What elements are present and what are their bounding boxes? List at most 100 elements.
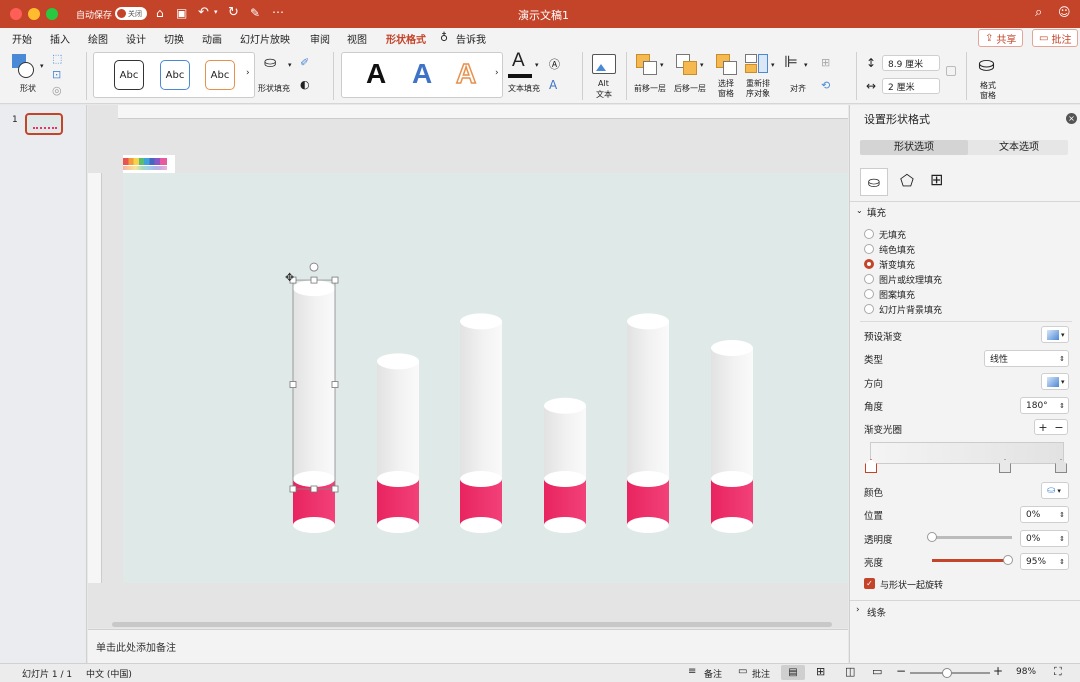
text-effects-icon[interactable]: A <box>549 78 557 92</box>
lock-aspect-icon[interactable] <box>946 66 956 76</box>
notes-area[interactable]: 单击此处添加备注 <box>88 629 848 663</box>
minimize-window-button[interactable] <box>28 8 40 20</box>
transparency-track[interactable] <box>932 536 1012 539</box>
radio-pattern-fill[interactable] <box>864 289 874 299</box>
alt-text-icon[interactable] <box>592 54 616 74</box>
edit-shape-icon[interactable]: ⬚ <box>52 52 62 65</box>
text-fill-dropdown-icon[interactable]: ▾ <box>535 61 539 69</box>
text-outline-icon[interactable]: Ⓐ <box>549 56 560 72</box>
line-section-title[interactable]: 线条 <box>867 605 886 619</box>
slide-thumbnail[interactable] <box>25 113 63 135</box>
normal-view-icon[interactable]: ▤ <box>781 665 805 680</box>
rotate-with-shape-checkbox[interactable]: ✓ <box>864 578 875 589</box>
cylinder-1[interactable] <box>293 280 335 533</box>
shape-dropdown-icon[interactable]: ▾ <box>40 62 44 70</box>
shape-fill-icon[interactable]: ⛀ <box>264 53 277 71</box>
brightness-stepper-icon[interactable]: ⇕ <box>1059 558 1065 566</box>
wordart-style-1[interactable]: A <box>366 58 386 90</box>
insert-shape-button[interactable] <box>12 54 38 80</box>
radio-background-fill[interactable] <box>864 304 874 314</box>
rotate-icon[interactable]: ⟲ <box>821 79 830 92</box>
notes-toggle[interactable]: 备注 <box>704 667 722 680</box>
share-button[interactable]: ⇪ 共享 <box>978 29 1024 47</box>
slide-sorter-icon[interactable]: ⊞ <box>816 665 825 678</box>
tab-slideshow[interactable]: 幻灯片放映 <box>240 31 290 46</box>
undo-icon[interactable]: ↶ <box>198 5 209 20</box>
shape-style-3[interactable]: Abc <box>205 60 235 90</box>
brightness-slider-thumb[interactable] <box>1003 555 1013 565</box>
save-icon[interactable]: ▣ <box>176 6 187 20</box>
add-stop-icon[interactable]: + <box>1038 421 1047 434</box>
shape-effects-icon[interactable]: ◐ <box>300 78 310 91</box>
transparency-stepper-icon[interactable]: ⇕ <box>1059 535 1065 543</box>
tab-text-options[interactable]: 文本选项 <box>970 140 1068 155</box>
angle-stepper-icon[interactable]: ⇕ <box>1059 402 1065 410</box>
align-icon[interactable]: ⊫ <box>784 52 798 71</box>
transparency-slider-thumb[interactable] <box>927 532 937 542</box>
tab-draw[interactable]: 绘图 <box>88 31 108 46</box>
tab-view[interactable]: 视图 <box>347 31 367 46</box>
language-indicator[interactable]: 中文 (中国) <box>86 667 132 680</box>
send-backward-dropdown-icon[interactable]: ▾ <box>700 61 704 69</box>
customize-icon[interactable]: ✎ <box>250 6 260 20</box>
search-icon[interactable]: ⌕ <box>1035 5 1042 20</box>
remove-stop-icon[interactable]: − <box>1054 421 1063 434</box>
zoom-level[interactable]: 98% <box>1016 667 1036 677</box>
tab-shape-options[interactable]: 形状选项 <box>860 140 968 155</box>
zoom-out-icon[interactable]: − <box>896 664 906 678</box>
fill-line-icon[interactable]: ⛀ <box>860 168 888 196</box>
reorder-objects-button[interactable] <box>745 54 769 74</box>
color-picker[interactable]: ⛀ ▾ <box>1041 482 1069 499</box>
home-icon[interactable]: ⌂ <box>156 6 164 20</box>
angle-input[interactable]: 180° ⇕ <box>1020 397 1069 414</box>
maximize-window-button[interactable] <box>46 8 58 20</box>
slide-canvas[interactable]: ✥ <box>123 173 848 583</box>
effects-icon[interactable]: ⬠ <box>900 171 914 190</box>
text-box-icon[interactable]: ⊡ <box>52 68 61 81</box>
comments-status-icon[interactable]: ▭ <box>738 666 747 677</box>
text-fill-icon[interactable]: A <box>512 50 525 72</box>
radio-solid-fill[interactable] <box>864 244 874 254</box>
tab-tell-me[interactable]: 告诉我 <box>456 31 486 46</box>
send-backward-button[interactable] <box>676 54 698 75</box>
format-pane-icon[interactable]: ⛀ <box>978 52 995 76</box>
gradient-bar[interactable] <box>870 442 1064 464</box>
fit-to-window-icon[interactable]: ⛶ <box>1054 665 1062 679</box>
comments-toggle[interactable]: 批注 <box>752 667 770 680</box>
tab-transitions[interactable]: 切换 <box>164 31 184 46</box>
more-icon[interactable]: ⋯ <box>272 5 284 19</box>
shape-outline-icon[interactable]: ✐ <box>300 56 309 69</box>
notes-icon[interactable]: ≡ <box>688 666 696 677</box>
merge-shapes-icon[interactable]: ◎ <box>52 84 62 97</box>
shape-style-1[interactable]: Abc <box>114 60 144 90</box>
width-input[interactable]: 2 厘米 <box>882 78 940 94</box>
tab-review[interactable]: 审阅 <box>310 31 330 46</box>
height-input[interactable]: 8.9 厘米 <box>882 55 940 71</box>
color-palette-swatch[interactable] <box>123 155 175 173</box>
bring-forward-button[interactable] <box>636 54 658 75</box>
position-stepper-icon[interactable]: ⇕ <box>1059 511 1065 519</box>
horizontal-scrollbar[interactable] <box>112 622 832 627</box>
fill-section-title[interactable]: 填充 <box>867 205 886 219</box>
reading-view-icon[interactable]: ◫ <box>845 665 855 678</box>
close-window-button[interactable] <box>10 8 22 20</box>
radio-no-fill[interactable] <box>864 229 874 239</box>
wordart-style-3[interactable]: A <box>455 57 477 90</box>
fill-collapse-icon[interactable]: ⌄ <box>856 206 863 215</box>
tab-home[interactable]: 开始 <box>12 31 32 46</box>
cylinder-2[interactable] <box>377 353 419 533</box>
styles-more-icon[interactable]: › <box>246 68 250 78</box>
direction-picker[interactable]: ▾ <box>1041 373 1069 390</box>
selection-pane-button[interactable] <box>716 54 738 75</box>
type-select[interactable]: 线性 ⇕ <box>984 350 1069 367</box>
zoom-slider-thumb[interactable] <box>942 668 952 678</box>
cylinder-3[interactable] <box>460 313 502 533</box>
reorder-dropdown-icon[interactable]: ▾ <box>771 61 775 69</box>
comments-button[interactable]: ▭ 批注 <box>1032 29 1079 47</box>
radio-picture-fill[interactable] <box>864 274 874 284</box>
autosave-toggle[interactable]: 关闭 <box>115 7 147 20</box>
line-expand-icon[interactable]: › <box>856 605 860 615</box>
tab-animations[interactable]: 动画 <box>202 31 222 46</box>
slideshow-icon[interactable]: ▭ <box>872 665 882 678</box>
redo-icon[interactable]: ↻ <box>228 5 239 20</box>
